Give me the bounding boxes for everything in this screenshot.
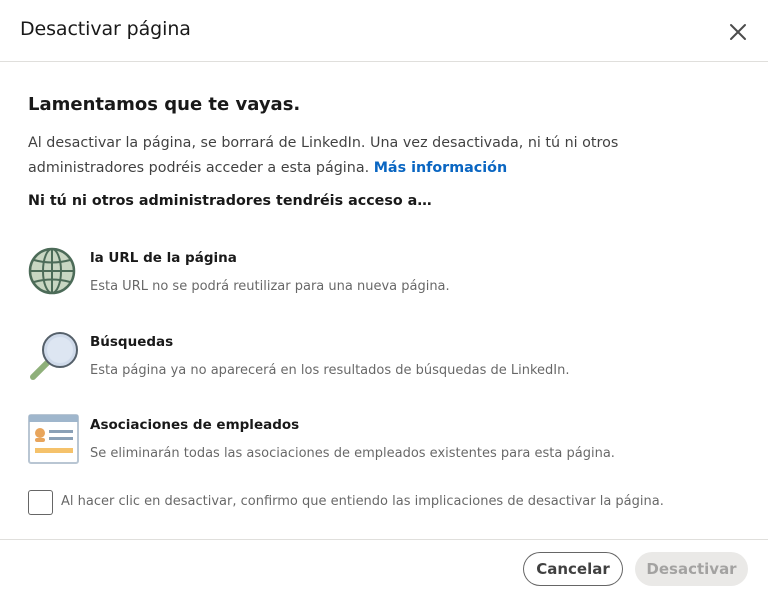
confirm-row: Al hacer clic en desactivar, confirmo qu…: [28, 489, 738, 517]
page-headline: Lamentamos que te vayas.: [28, 94, 301, 115]
learn-more-link[interactable]: Más información: [374, 160, 507, 176]
deactivate-description: Al desactivar la página, se borrará de L…: [28, 131, 728, 181]
close-button[interactable]: [724, 18, 752, 46]
deactivate-button[interactable]: Desactivar: [635, 552, 748, 586]
access-subhead: Ni tú ni otros administradores tendréis …: [28, 193, 432, 209]
item-description: Esta página ya no aparecerá en los resul…: [90, 363, 570, 378]
item-description: Se eliminarán todas las asociaciones de …: [90, 446, 615, 461]
confirm-checkbox[interactable]: [28, 490, 53, 515]
item-title: Búsquedas: [90, 334, 174, 350]
list-item-url: la URL de la página Esta URL no se podrá…: [28, 246, 743, 302]
item-title: la URL de la página: [90, 250, 237, 266]
item-title: Asociaciones de empleados: [90, 417, 300, 433]
globe-icon: [28, 247, 76, 295]
list-item-employees: Asociaciones de empleados Se eliminarán …: [28, 413, 743, 469]
magnifier-icon: [30, 332, 78, 380]
dialog-header: Desactivar página: [0, 0, 768, 62]
dialog-footer: Cancelar Desactivar: [0, 539, 768, 590]
confirm-label[interactable]: Al hacer clic en desactivar, confirmo qu…: [61, 494, 664, 509]
list-item-search: Búsquedas Esta página ya no aparecerá en…: [28, 330, 743, 386]
dialog-title: Desactivar página: [20, 18, 191, 40]
employee-card-icon: [28, 414, 79, 464]
description-text: Al desactivar la página, se borrará de L…: [28, 135, 619, 176]
item-description: Esta URL no se podrá reutilizar para una…: [90, 279, 450, 294]
close-icon: [730, 24, 746, 40]
cancel-button[interactable]: Cancelar: [523, 552, 623, 586]
